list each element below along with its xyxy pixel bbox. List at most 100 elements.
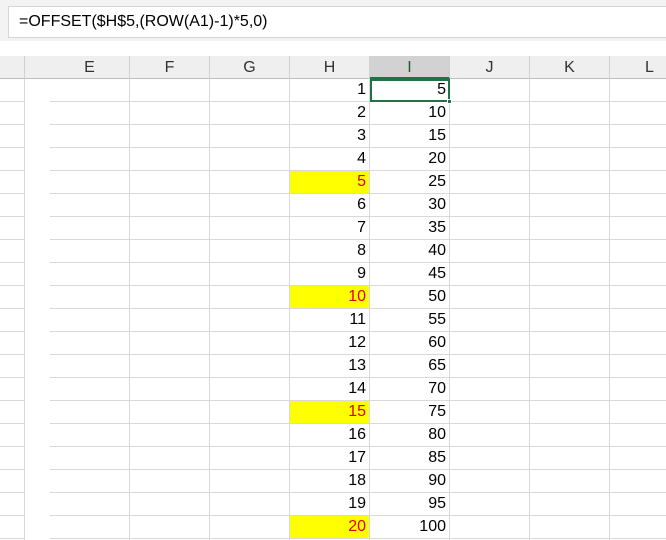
cell-e[interactable]	[50, 125, 130, 148]
cell-g[interactable]	[210, 493, 290, 516]
cell-h[interactable]: 11	[290, 309, 370, 332]
cell-i[interactable]: 90	[370, 470, 450, 493]
cell-l[interactable]	[610, 217, 666, 240]
cell-f[interactable]	[130, 447, 210, 470]
cell-h[interactable]: 10	[290, 286, 370, 309]
cell-h[interactable]: 3	[290, 125, 370, 148]
cell-i[interactable]: 15	[370, 125, 450, 148]
cell-l[interactable]	[610, 493, 666, 516]
cell-j[interactable]	[450, 79, 530, 102]
column-header-h[interactable]: H	[290, 56, 370, 79]
cell-e[interactable]	[50, 217, 130, 240]
cell-h[interactable]: 13	[290, 355, 370, 378]
cell-i[interactable]: 75	[370, 401, 450, 424]
cell-j[interactable]	[450, 125, 530, 148]
cell-f[interactable]	[130, 378, 210, 401]
cell-k[interactable]	[530, 79, 610, 102]
cell-l[interactable]	[610, 194, 666, 217]
cell-g[interactable]	[210, 217, 290, 240]
cell-e[interactable]	[50, 148, 130, 171]
cell-k[interactable]	[530, 240, 610, 263]
column-header-d[interactable]: D	[0, 56, 25, 79]
cell-i[interactable]: 50	[370, 286, 450, 309]
cell-l[interactable]	[610, 309, 666, 332]
cell-l[interactable]	[610, 378, 666, 401]
cell-g[interactable]	[210, 194, 290, 217]
cell-f[interactable]	[130, 309, 210, 332]
cell-e[interactable]	[50, 102, 130, 125]
column-header-e[interactable]: E	[50, 56, 130, 79]
cell-l[interactable]	[610, 240, 666, 263]
cell-i[interactable]: 80	[370, 424, 450, 447]
cell-g[interactable]	[210, 148, 290, 171]
cell-k[interactable]	[530, 125, 610, 148]
cell-f[interactable]	[130, 125, 210, 148]
cell-d[interactable]	[0, 79, 25, 102]
cell-f[interactable]	[130, 79, 210, 102]
cell-h[interactable]: 5	[290, 171, 370, 194]
cell-e[interactable]	[50, 424, 130, 447]
cell-e[interactable]	[50, 493, 130, 516]
cell-i[interactable]: 20	[370, 148, 450, 171]
cell-d[interactable]	[0, 148, 25, 171]
cell-i[interactable]: 25	[370, 171, 450, 194]
cell-d[interactable]	[0, 309, 25, 332]
cell-k[interactable]	[530, 493, 610, 516]
cell-h[interactable]: 20	[290, 516, 370, 539]
cell-j[interactable]	[450, 401, 530, 424]
cell-f[interactable]	[130, 401, 210, 424]
cell-g[interactable]	[210, 263, 290, 286]
cell-k[interactable]	[530, 286, 610, 309]
cell-j[interactable]	[450, 424, 530, 447]
cell-f[interactable]	[130, 470, 210, 493]
cell-k[interactable]	[530, 171, 610, 194]
cell-g[interactable]	[210, 171, 290, 194]
column-header-f[interactable]: F	[130, 56, 210, 79]
cell-f[interactable]	[130, 493, 210, 516]
cell-h[interactable]: 17	[290, 447, 370, 470]
cell-e[interactable]	[50, 79, 130, 102]
cell-d[interactable]	[0, 217, 25, 240]
cell-f[interactable]	[130, 240, 210, 263]
cell-d[interactable]	[0, 332, 25, 355]
cell-k[interactable]	[530, 102, 610, 125]
cell-e[interactable]	[50, 516, 130, 539]
cell-g[interactable]	[210, 102, 290, 125]
column-header-j[interactable]: J	[450, 56, 530, 79]
cell-h[interactable]: 12	[290, 332, 370, 355]
cell-l[interactable]	[610, 401, 666, 424]
cell-h[interactable]: 18	[290, 470, 370, 493]
cell-d[interactable]	[0, 263, 25, 286]
cell-h[interactable]: 8	[290, 240, 370, 263]
cell-d[interactable]	[0, 286, 25, 309]
cell-l[interactable]	[610, 447, 666, 470]
cell-l[interactable]	[610, 263, 666, 286]
cell-i[interactable]: 45	[370, 263, 450, 286]
cell-e[interactable]	[50, 194, 130, 217]
cell-j[interactable]	[450, 286, 530, 309]
cell-d[interactable]	[0, 171, 25, 194]
cell-k[interactable]	[530, 378, 610, 401]
cell-d[interactable]	[0, 240, 25, 263]
cell-f[interactable]	[130, 286, 210, 309]
cell-l[interactable]	[610, 516, 666, 539]
cell-d[interactable]	[0, 355, 25, 378]
cell-f[interactable]	[130, 332, 210, 355]
selected-cell[interactable]: 5	[370, 79, 450, 102]
cell-g[interactable]	[210, 470, 290, 493]
cell-j[interactable]	[450, 447, 530, 470]
cell-k[interactable]	[530, 217, 610, 240]
cell-d[interactable]	[0, 493, 25, 516]
formula-input[interactable]: =OFFSET($H$5,(ROW(A1)-1)*5,0)	[8, 6, 666, 38]
cell-i[interactable]: 10	[370, 102, 450, 125]
cell-j[interactable]	[450, 148, 530, 171]
cell-g[interactable]	[210, 286, 290, 309]
cell-j[interactable]	[450, 102, 530, 125]
cell-j[interactable]	[450, 217, 530, 240]
cell-h[interactable]: 9	[290, 263, 370, 286]
cell-h[interactable]: 15	[290, 401, 370, 424]
cell-e[interactable]	[50, 378, 130, 401]
cell-j[interactable]	[450, 332, 530, 355]
cell-i[interactable]: 70	[370, 378, 450, 401]
cell-h[interactable]: 1	[290, 79, 370, 102]
